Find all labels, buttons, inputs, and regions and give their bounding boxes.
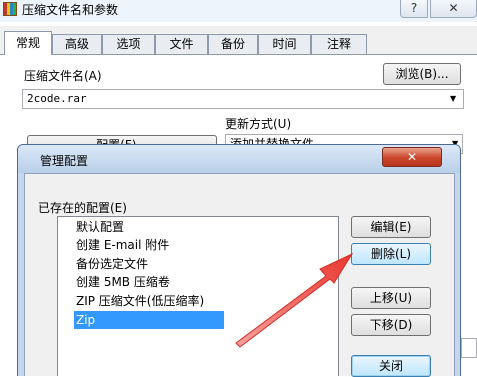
tab-options[interactable]: 选项 (102, 34, 155, 54)
update-mode-label: 更新方式(U) (225, 117, 292, 131)
selection-highlight (74, 311, 224, 329)
profile-item[interactable]: 创建 5MB 压缩卷 (76, 273, 170, 291)
tab-time[interactable]: 时间 (258, 34, 311, 54)
winrar-app-icon (3, 2, 17, 16)
dialog-title: 管理配置 (40, 154, 89, 168)
delete-button[interactable]: 删除(L) (351, 243, 431, 265)
window-title: 压缩文件名和参数 (22, 3, 119, 17)
browse-button[interactable]: 浏览(B)... (383, 63, 461, 85)
chevron-down-icon[interactable]: ▼ (450, 94, 456, 103)
tab-backup[interactable]: 备份 (208, 34, 258, 54)
move-up-button[interactable]: 上移(U) (351, 287, 431, 309)
tab-files[interactable]: 文件 (155, 34, 208, 54)
dialog-close-button[interactable]: ✕ (382, 147, 442, 167)
profile-item[interactable]: 备份选定文件 (76, 255, 148, 273)
archive-name-input[interactable]: 2code.rar (22, 89, 464, 109)
help-button[interactable]: ? (400, 0, 428, 18)
profile-item-selected[interactable]: Zip (76, 311, 95, 329)
partial-field[interactable] (461, 338, 477, 358)
tab-comment[interactable]: 注释 (311, 34, 367, 54)
move-down-button[interactable]: 下移(D) (351, 314, 431, 336)
tab-advanced[interactable]: 高级 (52, 34, 102, 54)
tab-general[interactable]: 常规 (4, 31, 52, 55)
archive-name-label: 压缩文件名(A) (24, 69, 102, 83)
window-close-button[interactable]: ✕ (430, 0, 477, 18)
edit-button[interactable]: 编辑(E) (351, 216, 431, 238)
dialog-close-action-button[interactable]: 关闭 (351, 355, 431, 377)
profile-item[interactable]: 创建 E-mail 附件 (76, 236, 169, 254)
profile-item[interactable]: 默认配置 (76, 218, 124, 236)
profile-item[interactable]: ZIP 压缩文件(低压缩率) (76, 292, 204, 310)
existing-profiles-label: 已存在的配置(E) (38, 201, 127, 215)
